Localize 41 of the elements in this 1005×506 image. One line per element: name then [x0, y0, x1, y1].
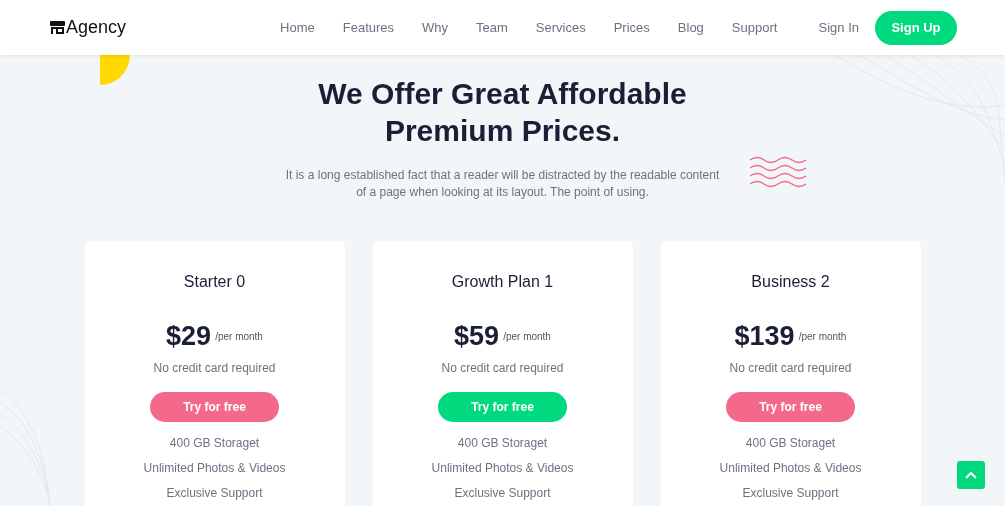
- nav-link[interactable]: Services: [533, 17, 588, 38]
- plan-note: No credit card required: [441, 359, 564, 377]
- nav-link[interactable]: Blog: [675, 17, 706, 38]
- nav-link[interactable]: Features: [340, 17, 397, 38]
- nav-link[interactable]: Team: [474, 17, 510, 38]
- plan-name: Starter 0: [183, 272, 246, 292]
- plan-name: Growth Plan 1: [451, 272, 554, 292]
- brand-name: Agency: [66, 16, 127, 39]
- wave-lines-decoration: [748, 155, 807, 189]
- shop-icon: [50, 21, 65, 34]
- nav-link[interactable]: Support: [729, 17, 780, 38]
- chevron-up-icon: [965, 471, 977, 479]
- plan-note: No credit card required: [729, 359, 852, 377]
- back-to-top-button[interactable]: [957, 461, 985, 489]
- section-description: It is a long established fact that a reader will be distracted by the readable content of a page when looking at its layout. The point of using.: [285, 167, 720, 201]
- feature-text: Unlimited Photos & Videos: [719, 459, 862, 476]
- sign-in-link[interactable]: Sign In: [818, 17, 859, 38]
- feature-text: Exclusive Support: [166, 484, 263, 501]
- plan-note: No credit card required: [153, 359, 276, 377]
- feature-text: 400 GB Storaget: [169, 434, 260, 451]
- feature-text: Exclusive Support: [742, 484, 839, 501]
- feature-text: 400 GB Storaget: [745, 434, 836, 451]
- plan-name: Business 2: [751, 272, 830, 292]
- nav-link[interactable]: Home: [278, 17, 317, 38]
- quarter-circle-decoration: [100, 55, 130, 85]
- price-period: /per month: [798, 329, 847, 344]
- nav-link[interactable]: Why: [420, 17, 451, 38]
- price-period: /per month: [215, 329, 263, 344]
- feature-text: Unlimited Photos & Videos: [431, 459, 574, 476]
- plan-price: $29: [166, 320, 212, 353]
- price-period: /per month: [503, 329, 551, 344]
- try-free-button[interactable]: Try for free: [726, 391, 855, 422]
- nav-link[interactable]: Prices: [611, 17, 652, 38]
- brand-logo[interactable]: Agency: [50, 14, 127, 41]
- feature-text: Exclusive Support: [454, 484, 551, 501]
- feature-text: Unlimited Photos & Videos: [143, 459, 286, 476]
- feature-text: 400 GB Storaget: [457, 434, 548, 451]
- section-heading: We Offer Great Affordable Premium Prices.: [318, 76, 687, 149]
- plan-price: $139: [734, 320, 795, 353]
- plan-price: $59: [454, 320, 500, 353]
- try-free-button[interactable]: Try for free: [150, 391, 279, 422]
